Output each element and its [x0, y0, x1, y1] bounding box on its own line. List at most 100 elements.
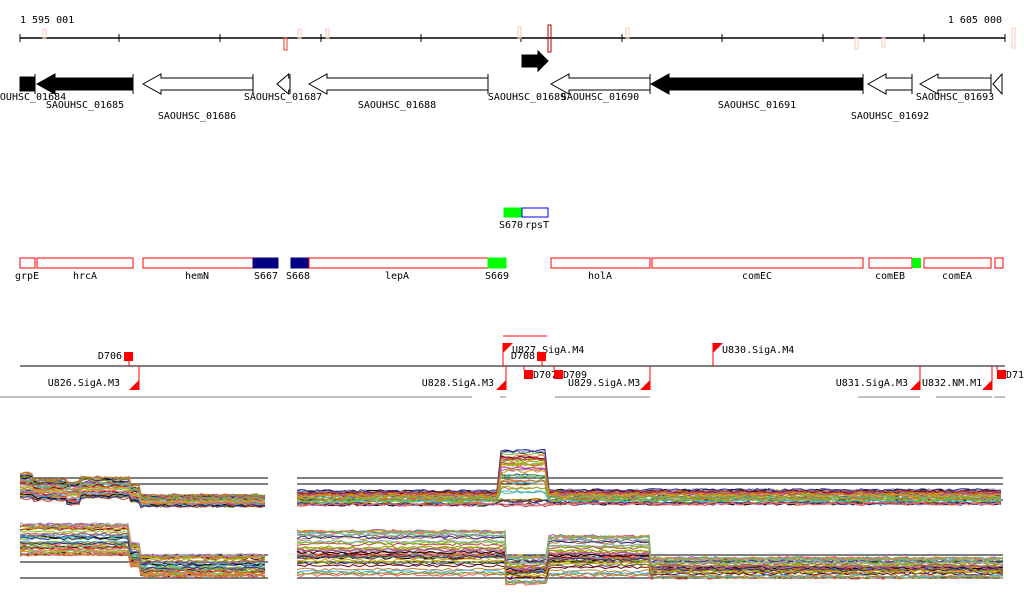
terminator-box[interactable]	[124, 352, 133, 361]
feature-box[interactable]	[923, 257, 992, 269]
gene-label: SAOUHSC_01685	[46, 100, 124, 111]
regulatory-label: D710	[1006, 370, 1024, 381]
ruler-marker[interactable]	[517, 26, 522, 39]
gene-arrow[interactable]	[549, 73, 651, 95]
ruler-marker[interactable]	[325, 28, 330, 39]
regulatory-element[interactable]: D710	[996, 366, 1024, 381]
expression-panel	[296, 529, 1004, 586]
regulatory-label: U830.SigA.M4	[722, 345, 794, 356]
gene-arrow[interactable]	[35, 73, 134, 95]
promoter-flag-icon[interactable]	[910, 380, 920, 390]
terminator-box[interactable]	[524, 370, 533, 379]
regulatory-element[interactable]: U826.SigA.M3	[48, 366, 140, 390]
terminator-box[interactable]	[537, 352, 546, 361]
feature-box[interactable]	[912, 258, 921, 268]
ruler-start-label: 1 595 001	[20, 15, 74, 26]
feature-box[interactable]	[521, 207, 549, 218]
promoter-flag-icon[interactable]	[129, 380, 139, 390]
feature-box[interactable]	[290, 257, 310, 269]
ruler-marker[interactable]	[625, 27, 630, 39]
terminator-box[interactable]	[997, 370, 1006, 379]
promoter-flag-icon[interactable]	[640, 380, 650, 390]
expression-profiles	[19, 448, 1004, 586]
regulatory-element[interactable]: D706	[98, 351, 133, 366]
gene-arrow[interactable]	[141, 73, 254, 95]
gene-arrow[interactable]	[521, 49, 549, 73]
feature-label: lepA	[385, 271, 409, 282]
regulatory-label: U831.SigA.M3	[836, 378, 908, 389]
gene-arrow[interactable]	[307, 73, 489, 95]
regulatory-label: U832.NM.M1	[922, 378, 982, 389]
regulatory-label: D707	[533, 370, 557, 381]
gene-label: SAOUHSC_01691	[718, 100, 796, 111]
ruler-end-label: 1 605 000	[948, 15, 1002, 26]
regulatory-label: D706	[98, 351, 122, 362]
regulatory-element[interactable]: D708	[511, 351, 546, 366]
gene-arrow-partial[interactable]	[992, 72, 1003, 96]
gene-label: SAOUHSC_01690	[561, 92, 639, 103]
gene-arrow[interactable]	[649, 73, 864, 95]
coordinate-ruler: 1 595 001 1 605 000	[19, 15, 1016, 53]
regulatory-element[interactable]: U830.SigA.M4	[712, 343, 794, 366]
ruler-marker[interactable]	[283, 37, 288, 51]
gene-SAOUHSC_01685[interactable]: SAOUHSC_01685	[35, 73, 134, 111]
feature-box[interactable]	[550, 257, 651, 269]
gene-label: SAOUHSC_01689	[488, 92, 566, 103]
gene-arrow[interactable]	[276, 72, 291, 96]
expression-trace	[296, 449, 1002, 494]
ruler-marker[interactable]	[881, 37, 886, 48]
gene-SAOUHSC_01686[interactable]: SAOUHSC_01686	[141, 73, 254, 122]
gene-label: SAOUHSC_01688	[358, 100, 436, 111]
feature-box[interactable]	[503, 207, 523, 218]
feature-label: comEC	[742, 271, 772, 282]
gene-arrow[interactable]	[918, 73, 992, 95]
expression-trace	[296, 450, 1002, 494]
gene-label: SAOUHSC_01686	[158, 111, 236, 122]
regulatory-track: D706U826.SigA.M3U827.SigA.M4D708U828.Sig…	[0, 335, 1024, 398]
ruler-marker[interactable]	[42, 28, 47, 39]
promoter-flag-icon[interactable]	[496, 380, 506, 390]
gene-SAOUHSC_01689[interactable]: SAOUHSC_01689	[488, 49, 566, 103]
gene-SAOUHSC_01691[interactable]: SAOUHSC_01691	[649, 73, 864, 111]
regulatory-label: U828.SigA.M3	[422, 378, 494, 389]
regulatory-element[interactable]: U828.SigA.M3	[422, 366, 507, 390]
feature-box[interactable]	[36, 257, 134, 269]
feature-label: rpsT	[525, 220, 549, 231]
gene-arrow[interactable]	[866, 73, 913, 95]
feature-box[interactable]	[487, 257, 507, 269]
feature-box[interactable]	[308, 257, 489, 269]
gene-label: SAOUHSC_01692	[851, 111, 929, 122]
expression-trace	[296, 448, 1001, 494]
ruler-marker[interactable]	[297, 28, 302, 39]
feature-box[interactable]	[142, 257, 254, 269]
promoter-flag-icon[interactable]	[982, 380, 992, 390]
gene-SAOUHSC_01688[interactable]: SAOUHSC_01688	[307, 73, 489, 111]
expression-trace	[296, 453, 1002, 495]
regulatory-element[interactable]: D707	[523, 366, 557, 381]
genome-browser-view: 1 595 001 1 605 000 SAOUHSC_01684SAOUHSC…	[0, 15, 1024, 586]
regulatory-element[interactable]: U832.NM.M1	[922, 366, 993, 390]
ruler-marker[interactable]	[854, 37, 859, 50]
feature-box[interactable]	[868, 257, 913, 269]
regulatory-label: U829.SigA.M3	[568, 378, 640, 389]
gene-SAOUHSC_01690[interactable]: SAOUHSC_01690	[549, 73, 651, 103]
gene-arrow[interactable]	[19, 76, 36, 92]
feature-label: holA	[588, 271, 612, 282]
feature-box[interactable]	[651, 257, 864, 269]
feature-box[interactable]	[252, 257, 279, 269]
regulatory-element[interactable]: U831.SigA.M3	[836, 366, 921, 390]
gene-track: SAOUHSC_01684SAOUHSC_01685SAOUHSC_01686S…	[0, 49, 1003, 122]
feature-label: S670	[499, 220, 523, 231]
feature-label: S667	[254, 271, 278, 282]
terminator-box[interactable]	[554, 370, 563, 379]
gene-SAOUHSC_01687[interactable]: SAOUHSC_01687	[244, 72, 322, 103]
gene-label: SAOUHSC_01687	[244, 92, 322, 103]
feature-label: grpE	[15, 271, 39, 282]
regulatory-label: D708	[511, 351, 535, 362]
feature-box[interactable]	[994, 257, 1004, 269]
gene-label: SAOUHSC_01693	[916, 92, 994, 103]
gene-SAOUHSC_01693[interactable]: SAOUHSC_01693	[916, 73, 994, 103]
ruler-marker[interactable]	[1011, 27, 1016, 49]
expression-trace	[296, 450, 1001, 494]
feature-box[interactable]	[19, 257, 36, 269]
